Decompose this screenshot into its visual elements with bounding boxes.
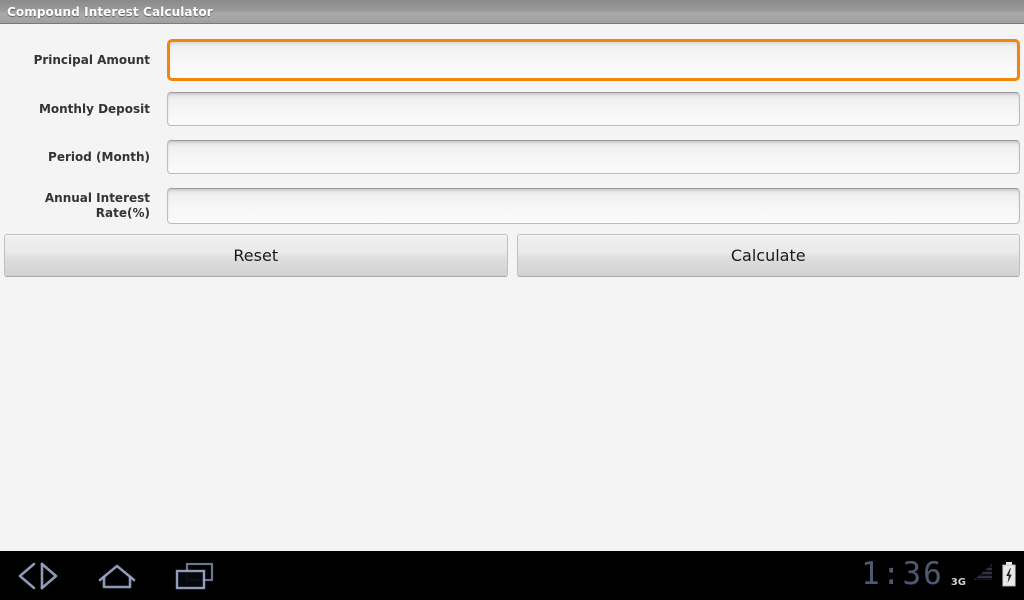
status-icons: 1:36 3G — [861, 551, 1018, 600]
status-clock[interactable]: 1:36 — [861, 559, 944, 592]
app-title-bar: Compound Interest Calculator — [0, 0, 1024, 24]
calculate-button-label: Calculate — [730, 246, 806, 265]
action-button-row: Reset Calculate — [4, 234, 1020, 277]
network-type-label: 3G — [950, 577, 966, 588]
label-monthly-deposit: Monthly Deposit — [38, 101, 150, 116]
principal-amount-input[interactable] — [167, 39, 1020, 81]
home-button[interactable] — [78, 551, 156, 600]
field-wrap-monthly-deposit — [167, 92, 1020, 126]
period-month-input[interactable] — [167, 140, 1020, 174]
signal-bars-icon — [973, 557, 993, 595]
recent-apps-button[interactable] — [156, 551, 234, 600]
calculate-button[interactable]: Calculate — [516, 234, 1020, 277]
form-row-annual-interest-rate: Annual Interest Rate(%) — [0, 187, 1024, 225]
home-icon — [94, 561, 140, 591]
battery-charging-icon — [1000, 557, 1018, 595]
back-icon — [16, 561, 62, 591]
back-button[interactable] — [0, 551, 78, 600]
monthly-deposit-input[interactable] — [167, 92, 1020, 126]
field-wrap-annual-interest-rate — [167, 188, 1020, 224]
form-row-principal-amount: Principal Amount — [0, 38, 1024, 82]
label-period-month: Period (Month) — [48, 149, 150, 164]
navigation-buttons — [0, 551, 234, 600]
android-system-bar: 1:36 3G — [0, 551, 1024, 600]
reset-button[interactable]: Reset — [4, 234, 508, 277]
form-content: Principal Amount Monthly Deposit Period … — [0, 25, 1024, 551]
app-title: Compound Interest Calculator — [7, 4, 213, 19]
form-row-monthly-deposit: Monthly Deposit — [0, 91, 1024, 127]
reset-button-label: Reset — [233, 246, 279, 265]
form-row-period-month: Period (Month) — [0, 139, 1024, 175]
label-annual-interest-rate: Annual Interest Rate(%) — [44, 191, 150, 220]
annual-interest-rate-input[interactable] — [167, 188, 1020, 224]
field-wrap-principal-amount — [167, 39, 1020, 81]
label-principal-amount: Principal Amount — [33, 52, 150, 67]
recent-apps-icon — [172, 561, 218, 591]
field-wrap-period-month — [167, 140, 1020, 174]
